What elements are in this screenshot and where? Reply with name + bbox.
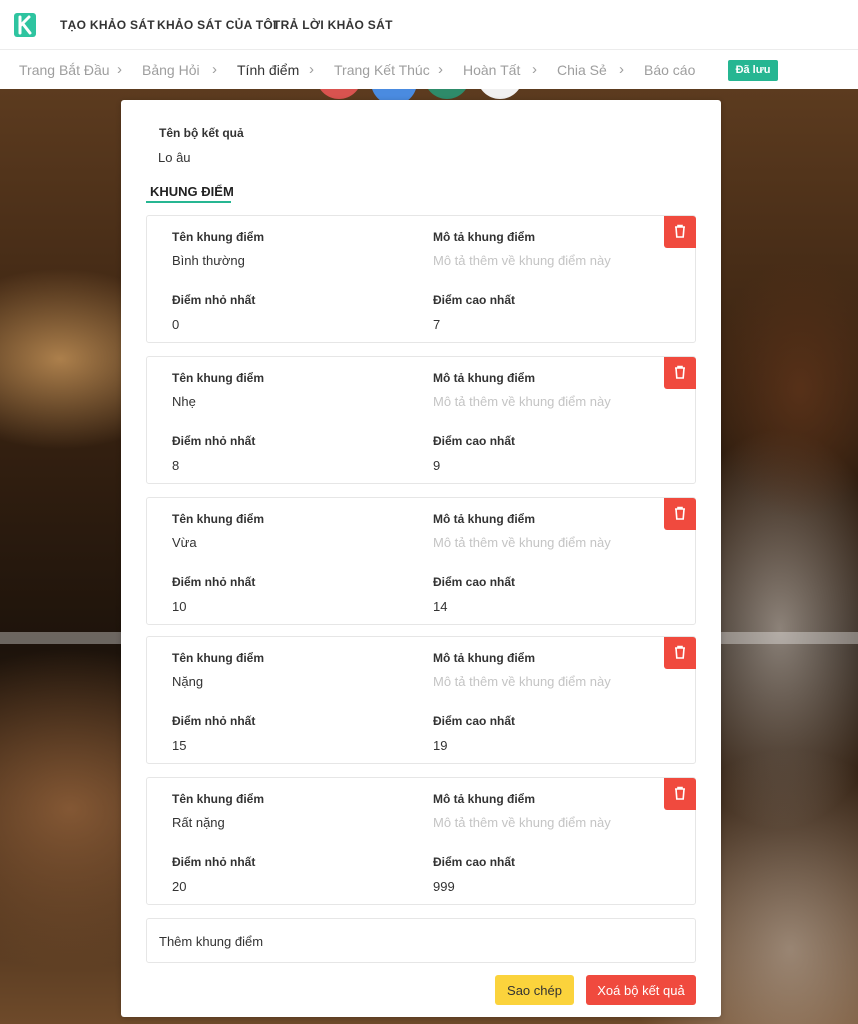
trash-icon bbox=[675, 224, 685, 238]
range-min-label: Điểm nhỏ nhất bbox=[172, 714, 256, 728]
range-name-field[interactable]: Bình thường bbox=[172, 253, 245, 268]
range-name-label: Tên khung điểm bbox=[172, 230, 265, 244]
delete-range-button[interactable] bbox=[664, 637, 696, 669]
range-desc-label: Mô tả khung điểm bbox=[433, 792, 535, 806]
range-name-field[interactable]: Vừa bbox=[172, 535, 197, 550]
range-min-label: Điểm nhỏ nhất bbox=[172, 575, 256, 589]
range-min-label: Điểm nhỏ nhất bbox=[172, 434, 256, 448]
result-set-name-field[interactable]: Lo âu bbox=[158, 150, 191, 165]
score-range-card: Tên khung điểm Vừa Mô tả khung điểm Mô t… bbox=[146, 497, 696, 625]
range-max-field[interactable]: 9 bbox=[433, 458, 440, 473]
range-max-label: Điểm cao nhất bbox=[433, 575, 516, 589]
score-range-card: Tên khung điểm Bình thường Mô tả khung đ… bbox=[146, 215, 696, 343]
delete-range-button[interactable] bbox=[664, 498, 696, 530]
trash-icon bbox=[675, 786, 685, 800]
result-set-panel: Tên bộ kết quả Lo âu KHUNG ĐIỂM Tên khun… bbox=[121, 100, 721, 1017]
step-share[interactable]: Chia Sẻ bbox=[557, 62, 607, 78]
range-name-label: Tên khung điểm bbox=[172, 512, 265, 526]
color-dot bbox=[477, 89, 523, 99]
range-desc-label: Mô tả khung điểm bbox=[433, 512, 535, 526]
chevron-right-icon: › bbox=[309, 61, 314, 78]
range-name-field[interactable]: Nhẹ bbox=[172, 394, 196, 409]
range-max-label: Điểm cao nhất bbox=[433, 434, 516, 448]
range-name-field[interactable]: Rất nặng bbox=[172, 815, 225, 830]
trash-icon bbox=[675, 645, 685, 659]
range-max-label: Điểm cao nhất bbox=[433, 855, 516, 869]
step-complete[interactable]: Hoàn Tất bbox=[463, 62, 520, 78]
step-report[interactable]: Báo cáo bbox=[644, 62, 695, 78]
result-set-name-label: Tên bộ kết quả bbox=[159, 126, 244, 140]
nav-answer-survey[interactable]: TRẢ LỜI KHẢO SÁT bbox=[273, 18, 393, 32]
copy-button[interactable]: Sao chép bbox=[495, 975, 574, 1005]
chevron-right-icon: › bbox=[532, 61, 537, 78]
range-max-field[interactable]: 14 bbox=[433, 599, 447, 614]
range-max-field[interactable]: 7 bbox=[433, 317, 440, 332]
range-min-field[interactable]: 8 bbox=[172, 458, 179, 473]
top-navigation: TẠO KHẢO SÁT KHẢO SÁT CỦA TÔI TRẢ LỜI KH… bbox=[0, 0, 858, 50]
range-name-label: Tên khung điểm bbox=[172, 792, 265, 806]
range-desc-field[interactable]: Mô tả thêm về khung điểm này bbox=[433, 815, 611, 830]
trash-icon bbox=[675, 365, 685, 379]
score-range-card: Tên khung điểm Nhẹ Mô tả khung điểm Mô t… bbox=[146, 356, 696, 484]
range-min-field[interactable]: 15 bbox=[172, 738, 186, 753]
chevron-right-icon: › bbox=[212, 61, 217, 78]
range-max-label: Điểm cao nhất bbox=[433, 714, 516, 728]
range-min-field[interactable]: 20 bbox=[172, 879, 186, 894]
range-desc-label: Mô tả khung điểm bbox=[433, 651, 535, 665]
color-dot bbox=[316, 89, 362, 99]
delete-range-button[interactable] bbox=[664, 216, 696, 248]
range-min-label: Điểm nhỏ nhất bbox=[172, 855, 256, 869]
section-title: KHUNG ĐIỂM bbox=[150, 184, 234, 199]
range-desc-field[interactable]: Mô tả thêm về khung điểm này bbox=[433, 253, 611, 268]
score-range-card: Tên khung điểm Nặng Mô tả khung điểm Mô … bbox=[146, 636, 696, 764]
delete-result-set-button[interactable]: Xoá bộ kết quả bbox=[586, 975, 696, 1005]
range-name-field[interactable]: Nặng bbox=[172, 674, 203, 689]
saved-status-badge: Đã lưu bbox=[728, 60, 778, 81]
range-desc-field[interactable]: Mô tả thêm về khung điểm này bbox=[433, 535, 611, 550]
range-max-field[interactable]: 19 bbox=[433, 738, 447, 753]
delete-range-button[interactable] bbox=[664, 778, 696, 810]
color-dot bbox=[424, 89, 470, 99]
nav-create-survey[interactable]: TẠO KHẢO SÁT bbox=[60, 18, 155, 32]
chevron-right-icon: › bbox=[619, 61, 624, 78]
range-min-label: Điểm nhỏ nhất bbox=[172, 293, 256, 307]
range-desc-field[interactable]: Mô tả thêm về khung điểm này bbox=[433, 674, 611, 689]
step-end-page[interactable]: Trang Kết Thúc bbox=[334, 62, 430, 78]
nav-my-surveys[interactable]: KHẢO SÁT CỦA TÔI bbox=[157, 18, 277, 32]
step-breadcrumb: Trang Bắt Đầu › Bảng Hỏi › Tính điểm › T… bbox=[0, 50, 858, 89]
range-max-field[interactable]: 999 bbox=[433, 879, 455, 894]
range-min-field[interactable]: 0 bbox=[172, 317, 179, 332]
range-name-label: Tên khung điểm bbox=[172, 371, 265, 385]
score-range-card: Tên khung điểm Rất nặng Mô tả khung điểm… bbox=[146, 777, 696, 905]
range-desc-field[interactable]: Mô tả thêm về khung điểm này bbox=[433, 394, 611, 409]
add-range-button[interactable]: Thêm khung điểm bbox=[146, 918, 696, 963]
step-scoring[interactable]: Tính điểm bbox=[237, 62, 299, 78]
chevron-right-icon: › bbox=[117, 61, 122, 78]
range-min-field[interactable]: 10 bbox=[172, 599, 186, 614]
delete-range-button[interactable] bbox=[664, 357, 696, 389]
range-name-label: Tên khung điểm bbox=[172, 651, 265, 665]
range-max-label: Điểm cao nhất bbox=[433, 293, 516, 307]
range-desc-label: Mô tả khung điểm bbox=[433, 230, 535, 244]
step-questionnaire[interactable]: Bảng Hỏi bbox=[142, 62, 200, 78]
range-desc-label: Mô tả khung điểm bbox=[433, 371, 535, 385]
trash-icon bbox=[675, 506, 685, 520]
add-range-label: Thêm khung điểm bbox=[159, 934, 264, 949]
chevron-right-icon: › bbox=[438, 61, 443, 78]
step-start-page[interactable]: Trang Bắt Đầu bbox=[19, 62, 110, 78]
app-logo[interactable] bbox=[13, 12, 37, 38]
section-underline bbox=[146, 201, 231, 203]
